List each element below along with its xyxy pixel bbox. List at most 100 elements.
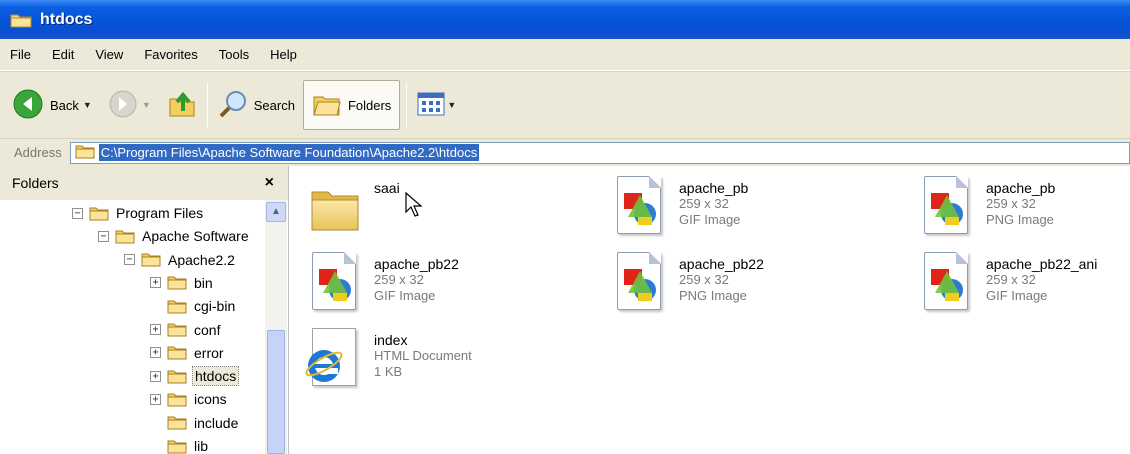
tree-item[interactable]: + icons [150, 388, 229, 410]
html-document-icon [305, 328, 364, 392]
menu-edit[interactable]: Edit [50, 45, 76, 64]
file-item-text: apache_pb 259 x 32 GIF Image [679, 176, 748, 228]
file-list: saai apache_pb 259 x 32 GIF Image apache_pb 2… [290, 166, 1130, 454]
search-button[interactable]: Search [214, 83, 299, 127]
tree-item[interactable]: + bin [150, 272, 215, 294]
chevron-down-icon[interactable]: ▼ [142, 100, 151, 110]
folder-icon [167, 322, 187, 337]
file-name: index [374, 332, 408, 348]
back-button[interactable]: Back ▼ [8, 83, 96, 127]
image-file-icon [920, 252, 976, 316]
chevron-down-icon[interactable]: ▼ [83, 100, 92, 110]
views-button[interactable]: ▼ [413, 83, 460, 127]
image-file-icon [613, 176, 669, 240]
file-item[interactable]: apache_pb 259 x 32 GIF Image [613, 176, 748, 240]
menu-tools[interactable]: Tools [217, 45, 251, 64]
search-icon [218, 88, 250, 123]
collapse-icon[interactable]: − [72, 207, 83, 219]
file-detail: 259 x 32 [679, 272, 729, 287]
tree-item-label: include [194, 414, 239, 431]
address-label: Address [14, 145, 62, 160]
image-file-icon [613, 252, 669, 316]
up-folder-icon [167, 89, 197, 122]
file-detail: PNG Image [679, 288, 747, 303]
address-input[interactable]: C:\Program Files\Apache Software Foundat… [69, 141, 1130, 164]
tree-item-label: Apache Software [142, 228, 249, 245]
file-item-text: apache_pb22 259 x 32 GIF Image [374, 252, 459, 304]
toolbar: Back ▼ ▼ Search Folders ▼ [0, 71, 1130, 138]
file-item[interactable]: index HTML Document 1 KB [305, 328, 472, 392]
tree-item[interactable]: − Program Files [72, 202, 205, 224]
folder-icon [167, 345, 187, 360]
address-value[interactable]: C:\Program Files\Apache Software Foundat… [98, 144, 480, 161]
views-grid-icon [417, 92, 445, 119]
collapse-icon[interactable]: − [124, 254, 135, 266]
close-icon[interactable]: × [265, 174, 274, 192]
collapse-icon[interactable]: − [98, 230, 109, 242]
file-detail: GIF Image [374, 288, 436, 303]
menu-file[interactable]: File [8, 45, 33, 64]
folder-icon [167, 439, 187, 454]
tree-item[interactable]: + conf [150, 319, 222, 341]
folder-icon [167, 299, 187, 314]
file-name: apache_pb [679, 180, 749, 196]
scrollbar[interactable]: ▲ [265, 200, 287, 454]
chevron-down-icon[interactable]: ▼ [447, 100, 456, 110]
tree-item-label: Apache2.2 [168, 251, 235, 268]
menu-bar: File Edit View Favorites Tools Help [0, 39, 1130, 71]
folder-icon [89, 206, 109, 221]
tree-item[interactable]: + htdocs [150, 365, 240, 387]
image-file-icon [308, 252, 364, 316]
file-item-text: index HTML Document 1 KB [374, 328, 472, 380]
forward-button[interactable]: ▼ [104, 83, 155, 127]
menu-favorites[interactable]: Favorites [142, 45, 199, 64]
file-item-text: apache_pb 259 x 32 PNG Image [986, 176, 1055, 228]
tree-item[interactable]: − Apache Software [98, 225, 251, 247]
file-detail: GIF Image [679, 212, 741, 227]
scrollbar-thumb[interactable] [267, 330, 285, 454]
address-bar: Address C:\Program Files\Apache Software… [0, 138, 1130, 166]
file-item-text: saai [374, 176, 400, 196]
toolbar-separator [206, 83, 208, 127]
image-file-icon [920, 176, 976, 240]
folder-icon [167, 369, 187, 384]
file-detail: 259 x 32 [986, 272, 1036, 287]
tree-item-label: htdocs [192, 366, 240, 387]
expand-icon[interactable]: + [150, 393, 161, 405]
folder-icon [75, 143, 95, 162]
tree-item[interactable]: − Apache2.2 [124, 249, 237, 271]
file-item[interactable]: apache_pb22 259 x 32 PNG Image [613, 252, 764, 316]
tree-item[interactable]: lib [150, 435, 210, 454]
folder-icon [10, 12, 32, 28]
tree-item[interactable]: + error [150, 342, 226, 364]
expand-icon[interactable]: + [150, 277, 161, 289]
title-bar[interactable]: htdocs [0, 0, 1130, 39]
expand-icon[interactable]: + [150, 370, 161, 382]
expand-icon[interactable]: + [150, 347, 161, 359]
folders-icon [312, 91, 342, 120]
file-name: apache_pb22_ani [986, 256, 1098, 272]
tree-item-label: error [194, 344, 224, 361]
folders-label: Folders [347, 97, 392, 113]
expand-icon[interactable]: + [150, 324, 161, 335]
menu-view[interactable]: View [93, 45, 125, 64]
window-title: htdocs [40, 10, 93, 28]
menu-help[interactable]: Help [268, 45, 299, 64]
folder-icon [141, 252, 161, 267]
file-item[interactable]: saai [308, 176, 400, 240]
tree-item-label: bin [194, 274, 213, 291]
file-item[interactable]: apache_pb22_ani 259 x 32 GIF Image [920, 252, 1097, 316]
file-item-text: apache_pb22_ani 259 x 32 GIF Image [986, 252, 1097, 304]
folders-pane: Folders × − Program Files − Apache Software… [0, 166, 289, 454]
up-folder-button[interactable] [163, 83, 201, 127]
tree-item[interactable]: cgi-bin [150, 295, 237, 317]
file-item-text: apache_pb22 259 x 32 PNG Image [679, 252, 764, 304]
file-item[interactable]: apache_pb22 259 x 32 GIF Image [308, 252, 459, 316]
file-item[interactable]: apache_pb 259 x 32 PNG Image [920, 176, 1055, 240]
file-name: apache_pb22 [679, 256, 764, 272]
file-detail: 259 x 32 [679, 196, 729, 211]
scroll-up-icon[interactable]: ▲ [266, 202, 286, 222]
tree-item[interactable]: include [150, 412, 240, 434]
folders-button[interactable]: Folders [302, 80, 401, 130]
mouse-cursor-icon [405, 191, 425, 218]
